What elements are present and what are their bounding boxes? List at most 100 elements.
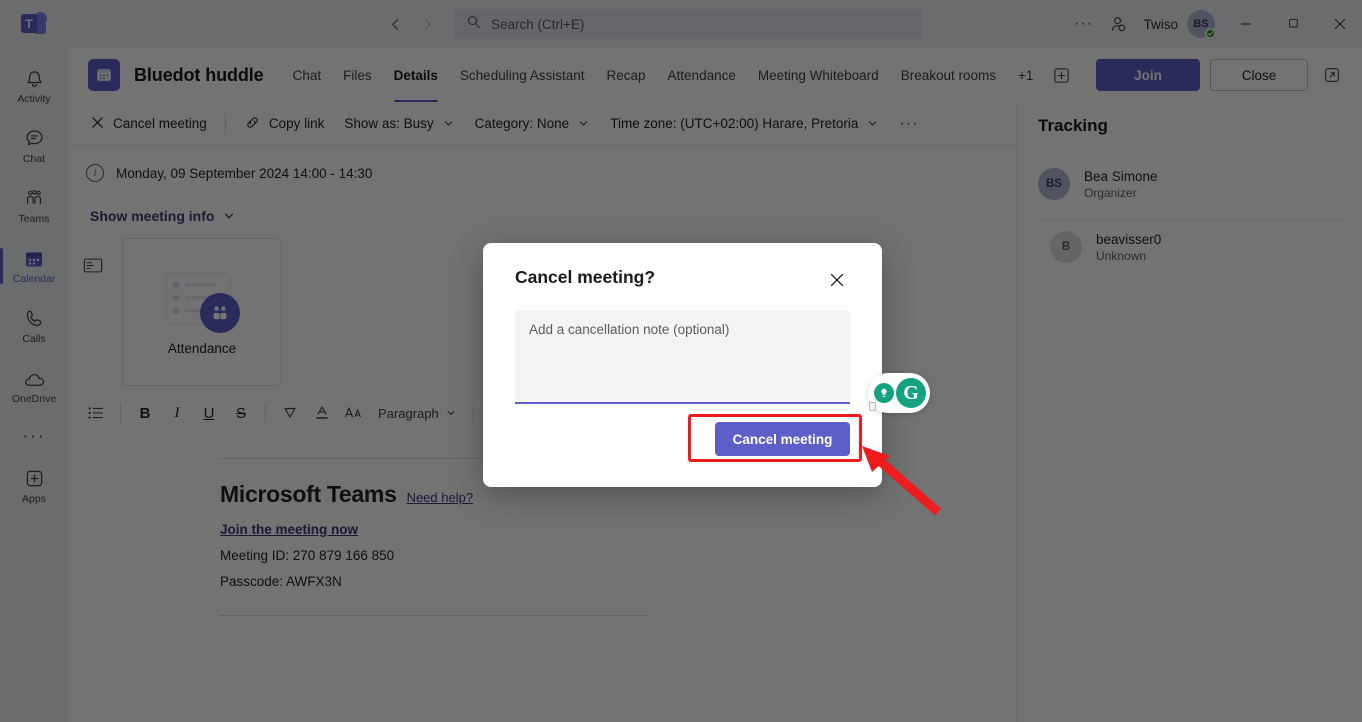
timezone-label: Time zone: (UTC+02:00) Harare, Pretoria [610, 116, 859, 131]
sidebar-item-calls[interactable]: Calls [0, 296, 68, 356]
join-meeting-now-link[interactable]: Join the meeting now [220, 522, 1017, 537]
meeting-id: Meeting ID: 270 879 166 850 [220, 548, 395, 563]
tab-files[interactable]: Files [332, 48, 383, 102]
drag-handle[interactable] [869, 402, 876, 411]
chevron-down-icon [445, 407, 457, 419]
plus-box-icon[interactable] [1050, 64, 1072, 86]
tracking-person-name: Bea Simone [1084, 168, 1158, 184]
phone-icon [24, 308, 45, 330]
sidebar-item-teams[interactable]: Teams [0, 176, 68, 236]
back-button[interactable] [380, 9, 410, 39]
minimize-button[interactable] [1223, 0, 1268, 48]
sidebar-item-activity[interactable]: Activity [0, 56, 68, 116]
chat-icon [24, 128, 45, 150]
left-rail: Activity Chat Teams Calendar Calls OneDr… [0, 48, 68, 722]
tab-chat[interactable]: Chat [282, 48, 333, 102]
titlebar-more-icon[interactable]: ··· [1067, 8, 1099, 40]
paragraph-label: Paragraph [378, 405, 439, 421]
meeting-datetime-row: i Monday, 09 September 2024 14:00 - 14:3… [68, 146, 1017, 182]
attendance-card[interactable]: Attendance [122, 238, 282, 386]
teams-logo: T [0, 12, 68, 36]
search-input[interactable]: Search (Ctrl+E) [454, 9, 922, 39]
tab-overflow-count[interactable]: +1 [1007, 48, 1044, 102]
maximize-button[interactable] [1270, 0, 1315, 48]
avatar: B [1050, 231, 1082, 263]
format-divider [120, 403, 121, 423]
tracking-row-organizer[interactable]: BS Bea Simone Organizer [1038, 158, 1342, 221]
note-icon[interactable] [80, 252, 106, 278]
grammarly-pill[interactable]: G [868, 373, 930, 413]
open-in-new-icon[interactable] [1318, 61, 1346, 89]
meeting-header: Bluedot huddle Chat Files Details Schedu… [68, 48, 1362, 102]
avatar[interactable]: BS [1187, 10, 1216, 39]
paragraph-style-dropdown[interactable]: Paragraph [370, 406, 465, 421]
dialog-header: Cancel meeting? [515, 267, 850, 293]
chevron-down-icon [222, 209, 236, 223]
italic-button[interactable]: I [161, 398, 193, 428]
confirm-cancel-meeting-button[interactable]: Cancel meeting [715, 422, 850, 456]
sidebar-item-calendar[interactable]: Calendar [0, 236, 68, 296]
tracking-person-info: Bea Simone Organizer [1084, 169, 1158, 200]
passcode: Passcode: AWFX3N [220, 574, 342, 589]
sidebar-item-label: Teams [18, 212, 50, 225]
sidebar-item-label: Chat [22, 152, 46, 165]
avatar: BS [1038, 168, 1070, 200]
copy-link-label: Copy link [268, 116, 325, 131]
font-size-icon[interactable] [338, 398, 370, 428]
title-bar: T Search (Ctrl+E) ··· Twiso BS [0, 0, 1362, 48]
grammarly-logo: G [896, 378, 926, 408]
search-icon [466, 14, 481, 34]
bold-button[interactable]: B [129, 398, 161, 428]
dialog-title: Cancel meeting? [515, 267, 656, 287]
forward-button[interactable] [412, 9, 442, 39]
sidebar-item-label: Calls [22, 332, 46, 345]
user-menu[interactable]: Twiso BS [1137, 10, 1221, 39]
tab-details[interactable]: Details [383, 48, 449, 102]
font-color-icon[interactable] [306, 398, 338, 428]
search-placeholder: Search (Ctrl+E) [491, 16, 585, 32]
meeting-calendar-icon [88, 59, 120, 91]
show-meeting-info-label: Show meeting info [90, 208, 215, 224]
toolbar-more-icon[interactable]: ··· [889, 109, 928, 139]
tab-scheduling-assistant[interactable]: Scheduling Assistant [449, 48, 596, 102]
close-button[interactable]: Close [1210, 59, 1308, 91]
join-button[interactable]: Join [1096, 59, 1200, 91]
tab-recap[interactable]: Recap [596, 48, 657, 102]
people-icon [200, 292, 240, 333]
cancellation-note-input[interactable]: Add a cancellation note (optional) [515, 310, 850, 404]
toolbar-divider [224, 113, 226, 134]
tracking-row-attendee[interactable]: B beavisser0 Unknown [1038, 221, 1342, 273]
highlight-icon[interactable] [274, 398, 306, 428]
content-divider-2 [220, 615, 650, 616]
format-divider [265, 403, 266, 423]
tracking-person-status: Unknown [1096, 248, 1147, 263]
grammarly-widget[interactable]: G [868, 371, 930, 415]
sidebar-item-chat[interactable]: Chat [0, 116, 68, 176]
show-as-dropdown[interactable]: Show as: Busy [334, 109, 464, 139]
show-meeting-info-toggle[interactable]: Show meeting info [68, 208, 1017, 224]
more-horizontal-icon[interactable]: ··· [0, 416, 68, 456]
tab-attendance[interactable]: Attendance [657, 48, 747, 102]
bullet-list-icon[interactable] [80, 398, 112, 428]
info-circle-icon: i [86, 164, 104, 182]
need-help-link[interactable]: Need help? [407, 490, 474, 505]
copy-link-button[interactable]: Copy link [234, 109, 335, 139]
show-as-label: Show as: Busy [344, 116, 434, 131]
underline-button[interactable]: U [193, 398, 225, 428]
meeting-tabs: Chat Files Details Scheduling Assistant … [282, 48, 1073, 102]
tab-breakout-rooms[interactable]: Breakout rooms [890, 48, 1007, 102]
category-dropdown[interactable]: Category: None [465, 109, 601, 139]
tab-meeting-whiteboard[interactable]: Meeting Whiteboard [747, 48, 890, 102]
details-toolbar: Cancel meeting Copy link Show as: Busy C… [68, 102, 1017, 146]
timezone-dropdown[interactable]: Time zone: (UTC+02:00) Harare, Pretoria [600, 109, 889, 139]
sidebar-item-onedrive[interactable]: OneDrive [0, 356, 68, 416]
strikethrough-button[interactable]: S [225, 398, 257, 428]
chevron-down-icon [866, 117, 879, 130]
close-icon[interactable] [824, 267, 850, 293]
sidebar-item-apps[interactable]: Apps [0, 456, 68, 516]
attendance-graphic [160, 269, 244, 333]
calendar-icon [24, 248, 44, 270]
close-window-button[interactable] [1317, 0, 1362, 48]
person-add-icon[interactable] [1101, 8, 1135, 40]
cancel-meeting-button[interactable]: Cancel meeting [80, 109, 217, 139]
